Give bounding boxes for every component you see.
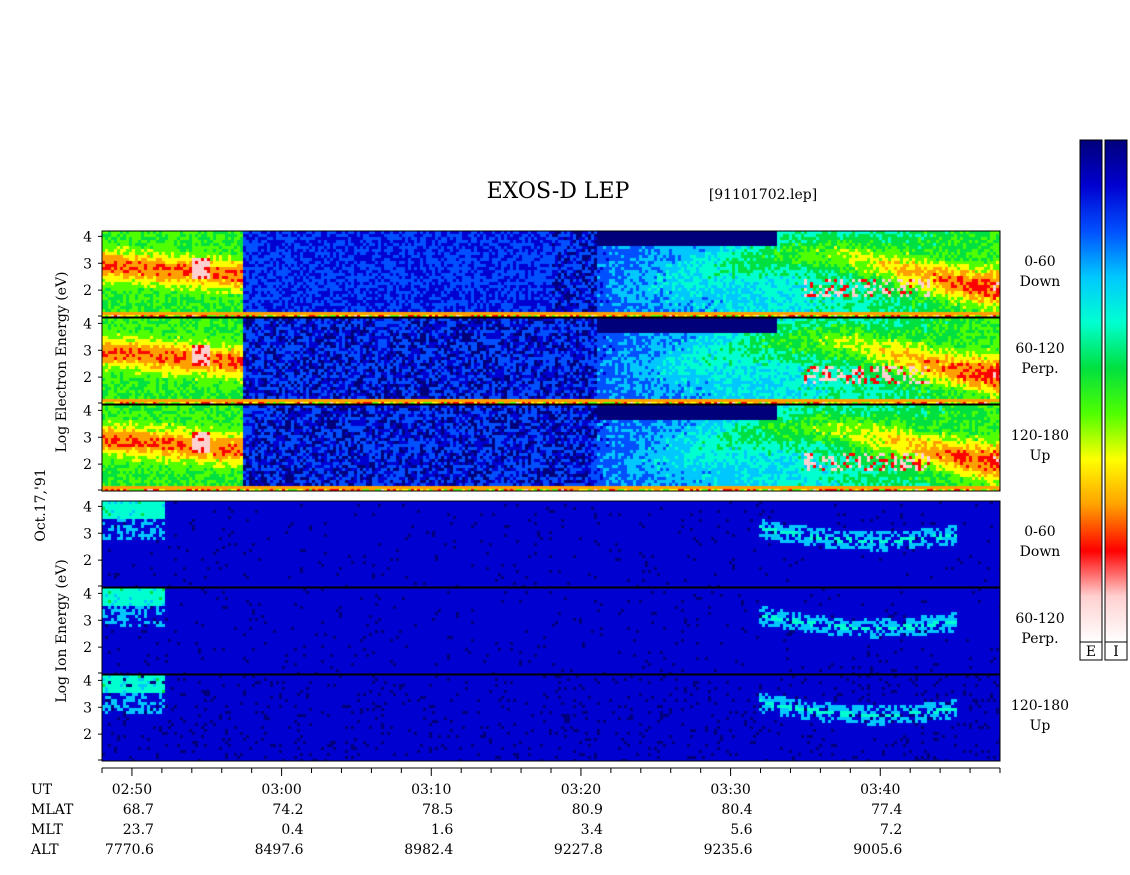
ephemeris-value: 7.2 [880, 822, 902, 838]
spectrogram-panel [102, 318, 1000, 404]
spectrogram-panel [102, 405, 1000, 491]
y-tick-label: 2 [83, 553, 92, 569]
y-axis-label: Log Electron Energy (eV) [54, 271, 70, 452]
colorbar [1104, 139, 1128, 643]
panel-direction-label: Perp. [1021, 361, 1058, 377]
panel-direction-label: Up [1030, 718, 1051, 734]
ephemeris-value: 9227.8 [554, 842, 603, 858]
ephemeris-value: 77.4 [871, 802, 902, 818]
panel-range-label: 120-180 [1011, 698, 1069, 714]
ephemeris-value: 68.7 [123, 802, 154, 818]
y-tick-label: 4 [83, 499, 92, 515]
ephemeris-value: 74.2 [272, 802, 303, 818]
x-tick-label: 02:50 [112, 782, 152, 798]
panel-range-label: 120-180 [1011, 428, 1069, 444]
x-tick-label: 03:30 [710, 782, 750, 798]
y-tick-label: 2 [83, 370, 92, 386]
date-label: Oct.17,'91 [33, 468, 49, 541]
panel-direction-label: Perp. [1021, 631, 1058, 647]
y-axis-label: Log Ion Energy (eV) [54, 559, 70, 702]
chart-title: EXOS-D LEP [487, 179, 630, 204]
y-axis-label-text: Log Electron Energy (eV) [54, 271, 70, 452]
panel-range-label: 60-120 [1015, 611, 1064, 627]
x-tick-label: 03:40 [860, 782, 900, 798]
exos-d-lep-spectrogram: EXOS-D LEP [91101702.lep] 4 3 2 4 3 2 4 3 2 4 3 2 4 3… [30, 139, 1128, 858]
y-tick-label: 4 [83, 403, 92, 419]
ephemeris-value: 1.6 [431, 822, 453, 838]
colorbar [1079, 139, 1103, 643]
colorbar-label: I [1113, 644, 1119, 660]
spectrogram-panel [102, 501, 1000, 587]
panel-direction-label: Down [1020, 544, 1061, 560]
ephemeris-value: 78.5 [422, 802, 453, 818]
y-tick-label: 2 [83, 640, 92, 656]
ephemeris-value: 9005.6 [853, 842, 902, 858]
panel-direction-label: Down [1020, 274, 1061, 290]
spectrogram-panel [102, 675, 1000, 761]
ephemeris-value: 0.4 [281, 822, 303, 838]
ephemeris-table: UT 02:50 03:00 03:10 03:20 03:30 03:40 MLAT 68.7… [30, 782, 902, 858]
ephemeris-value: 9235.6 [704, 842, 753, 858]
y-tick-label: 3 [83, 526, 92, 542]
ephemeris-row-label: ALT [30, 842, 59, 858]
ephemeris-row-label: MLAT [31, 802, 74, 818]
colorbars: EI [1079, 139, 1128, 661]
ephemeris-value: 80.9 [572, 802, 603, 818]
ephemeris-value: 8982.4 [404, 842, 453, 858]
panel-labels: 0-60 Down 60-120 Perp. 120-180 Up 0-60 Down 60-1… [1011, 254, 1069, 734]
ephemeris-row-label: UT [31, 782, 53, 798]
panel-range-label: 0-60 [1024, 524, 1055, 540]
y-tick-label: 4 [83, 316, 92, 332]
y-tick-label: 3 [83, 256, 92, 272]
ephemeris-value: 5.6 [730, 822, 752, 838]
colorbar-label: E [1086, 644, 1096, 660]
ephemeris-value: 7770.6 [105, 842, 154, 858]
y-tick-label: 2 [83, 457, 92, 473]
spectrogram-panel [102, 231, 1000, 317]
y-tick-label: 4 [83, 586, 92, 602]
y-axis-label-text: Log Ion Energy (eV) [54, 559, 70, 702]
ephemeris-value: 23.7 [123, 822, 154, 838]
x-tick-label: 03:00 [261, 782, 301, 798]
y-tick-label: 3 [83, 430, 92, 446]
x-tick-label: 03:10 [411, 782, 451, 798]
panel-range-label: 60-120 [1015, 341, 1064, 357]
time-axis [101, 767, 1001, 776]
y-tick-label: 4 [83, 229, 92, 245]
ephemeris-value: 8497.6 [255, 842, 304, 858]
ephemeris-value: 3.4 [581, 822, 603, 838]
y-tick-label: 2 [83, 283, 92, 299]
spectrogram-panels [102, 231, 1000, 761]
y-tick-label: 2 [83, 727, 92, 743]
spectrogram-panel [102, 588, 1000, 674]
y-tick-label: 3 [83, 613, 92, 629]
y-tick-label: 3 [83, 700, 92, 716]
file-name: [91101702.lep] [709, 187, 817, 203]
y-tick-label: 4 [83, 673, 92, 689]
ephemeris-row-label: MLT [31, 822, 63, 838]
panel-direction-label: Up [1030, 448, 1051, 464]
x-tick-label: 03:20 [561, 782, 601, 798]
date-label-text: Oct.17,'91 [33, 468, 49, 541]
ephemeris-value: 80.4 [721, 802, 752, 818]
panel-range-label: 0-60 [1024, 254, 1055, 270]
y-tick-label: 3 [83, 343, 92, 359]
